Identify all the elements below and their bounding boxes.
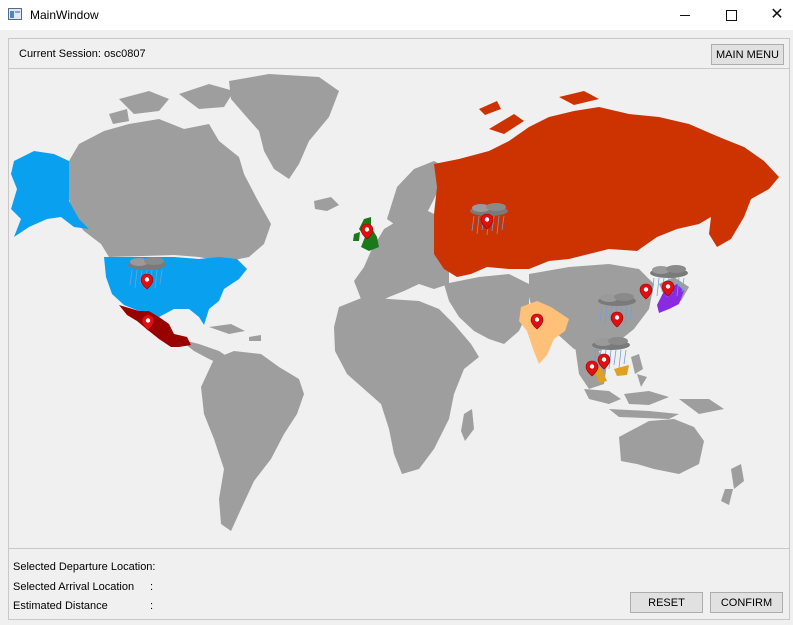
title-bar: MainWindow ✕ (0, 0, 793, 30)
minimize-icon (680, 14, 690, 16)
close-icon: ✕ (770, 6, 784, 23)
madagascar (461, 409, 474, 441)
world-map-panel[interactable] (8, 68, 790, 549)
selection-panel: Selected Departure Location: Selected Ar… (8, 548, 790, 620)
continent-africa (334, 297, 479, 474)
continent-south-america (201, 351, 304, 531)
world-map[interactable] (9, 69, 789, 548)
departure-label: Selected Departure Location: (13, 561, 156, 573)
maximize-icon (725, 9, 737, 21)
minimize-button[interactable] (662, 0, 708, 30)
indonesia (584, 389, 724, 419)
arrival-label: Selected Arrival Location (13, 581, 135, 593)
close-button[interactable]: ✕ (754, 0, 793, 30)
maximize-button[interactable] (708, 0, 754, 30)
session-panel: Current Session: osc0807 MAIN MENU (8, 38, 790, 69)
main-menu-button[interactable]: MAIN MENU (711, 44, 784, 65)
continent-australia (619, 419, 704, 474)
reset-button[interactable]: RESET (630, 592, 703, 613)
country-russia (434, 107, 779, 277)
country-greenland (229, 74, 339, 179)
distance-label: Estimated Distance (13, 600, 108, 612)
session-label: Current Session: osc0807 (19, 48, 146, 60)
country-united-states (104, 257, 247, 325)
confirm-button[interactable]: CONFIRM (710, 592, 783, 613)
country-canada (69, 119, 271, 262)
app-window-icon (8, 8, 22, 20)
distance-colon: : (150, 600, 154, 612)
country-iceland (314, 197, 339, 211)
new-zealand (721, 464, 744, 505)
window-title: MainWindow (30, 8, 99, 22)
philippines (631, 354, 647, 387)
arrival-colon: : (150, 581, 154, 593)
